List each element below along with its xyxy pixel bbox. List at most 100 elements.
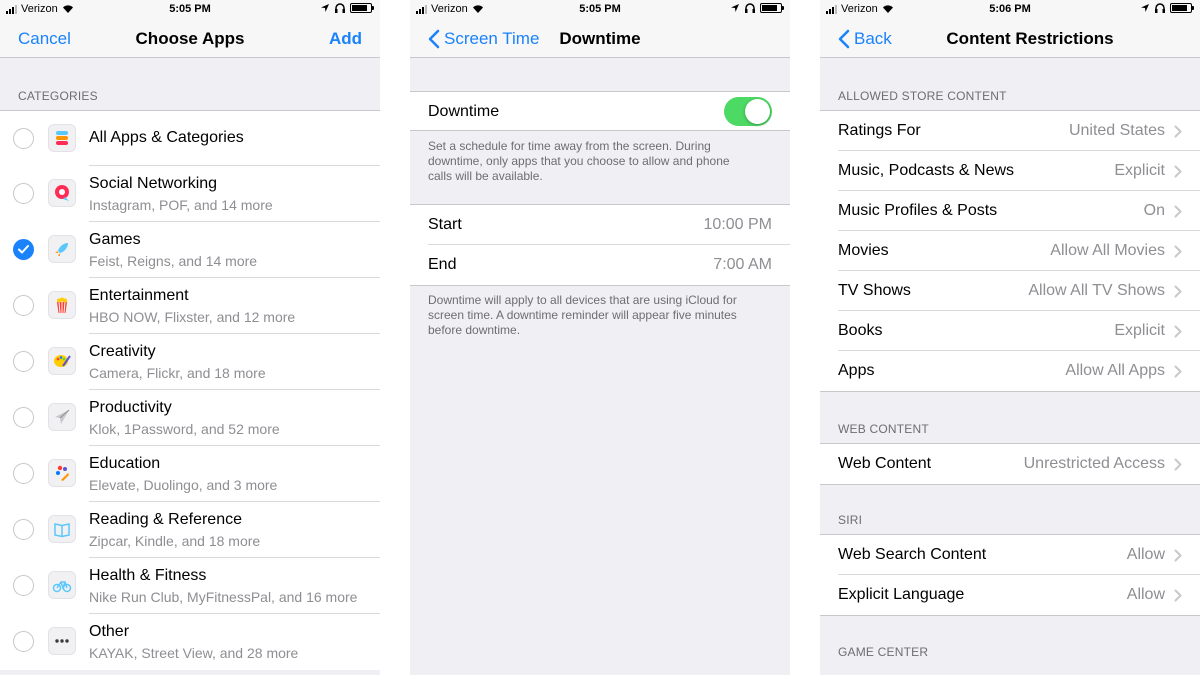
setting-value: Allow All Movies (1050, 242, 1165, 259)
chevron-right-icon (1174, 365, 1182, 378)
radio-button[interactable] (13, 575, 34, 596)
section-header-web: WEB CONTENT (838, 422, 929, 436)
setting-value: Unrestricted Access (1023, 455, 1165, 472)
downtime-toggle-label: Downtime (428, 103, 500, 120)
setting-value: Explicit (1114, 322, 1165, 339)
schedule-group: Start 10:00 PM End 7:00 AM (410, 204, 790, 286)
setting-row[interactable]: Apps Allow All Apps (820, 351, 1200, 391)
headphones-icon (1155, 3, 1165, 13)
setting-row[interactable]: Ratings For United States (820, 111, 1200, 151)
setting-row[interactable]: Explicit Language Allow (820, 575, 1200, 615)
category-title: Games (89, 231, 141, 248)
status-bar: Verizon 5:05 PM (410, 0, 790, 20)
choose-apps-screen: Verizon 5:05 PM Cancel Choose Apps Add C… (0, 0, 380, 675)
chevron-right-icon (1174, 285, 1182, 298)
radio-button[interactable] (13, 295, 34, 316)
category-subtitle: HBO NOW, Flixster, and 12 more (89, 309, 296, 325)
category-row[interactable]: Entertainment HBO NOW, Flixster, and 12 m… (0, 278, 380, 334)
end-value: 7:00 AM (713, 256, 772, 273)
start-label: Start (428, 216, 462, 233)
status-bar: Verizon 5:06 PM (820, 0, 1200, 20)
battery-icon (350, 3, 374, 13)
section-header-game-center: GAME CENTER (838, 645, 929, 659)
category-row[interactable]: Creativity Camera, Flickr, and 18 more (0, 334, 380, 390)
book-icon (48, 515, 76, 543)
chevron-right-icon (1174, 165, 1182, 178)
downtime-description: Set a schedule for time away from the sc… (428, 139, 730, 183)
battery-icon (1170, 3, 1194, 13)
switch-knob (745, 99, 770, 124)
headphones-icon (745, 3, 755, 13)
battery-icon (760, 3, 784, 13)
category-row[interactable]: All Apps & Categories (0, 111, 380, 166)
chevron-right-icon (1174, 245, 1182, 258)
category-row[interactable]: Games Feist, Reigns, and 14 more (0, 222, 380, 278)
category-subtitle: KAYAK, Street View, and 28 more (89, 645, 299, 661)
radio-button[interactable] (13, 519, 34, 540)
location-icon (731, 4, 739, 12)
nav-bar: Screen Time Downtime (410, 20, 790, 58)
category-row[interactable]: Productivity Klok, 1Password, and 52 more (0, 390, 380, 446)
category-title: Health & Fitness (89, 567, 207, 584)
category-row[interactable]: Other KAYAK, Street View, and 28 more (0, 614, 380, 670)
checkmark-icon[interactable] (13, 239, 34, 260)
category-row[interactable]: Social Networking Instagram, POF, and 14 … (0, 166, 380, 222)
chevron-right-icon (1174, 125, 1182, 138)
setting-value: Allow (1126, 546, 1165, 563)
category-title: Entertainment (89, 287, 189, 304)
category-subtitle: Nike Run Club, MyFitnessPal, and 16 more (89, 589, 358, 605)
headphones-icon (335, 3, 345, 13)
category-title: All Apps & Categories (89, 129, 244, 146)
category-subtitle: Camera, Flickr, and 18 more (89, 365, 266, 381)
category-row[interactable]: Health & Fitness Nike Run Club, MyFitness… (0, 558, 380, 614)
add-button[interactable]: Add (329, 29, 362, 49)
setting-label: Explicit Language (838, 586, 965, 603)
setting-label: Web Content (838, 455, 932, 472)
radio-button[interactable] (13, 183, 34, 204)
section-header-store: ALLOWED STORE CONTENT (838, 89, 1007, 103)
radio-button[interactable] (13, 631, 34, 652)
chat-bubble-icon (48, 179, 76, 207)
setting-row[interactable]: Music Profiles & Posts On (820, 191, 1200, 231)
page-title: Downtime (559, 29, 641, 48)
setting-value: United States (1068, 122, 1165, 139)
setting-row[interactable]: TV Shows Allow All TV Shows (820, 271, 1200, 311)
radio-button[interactable] (13, 407, 34, 428)
category-row[interactable]: Education Elevate, Duolingo, and 3 more (0, 446, 380, 502)
radio-button[interactable] (13, 128, 34, 149)
chevron-right-icon (1174, 325, 1182, 338)
end-row[interactable]: End 7:00 AM (410, 245, 790, 285)
start-row[interactable]: Start 10:00 PM (410, 205, 790, 245)
setting-label: Apps (838, 362, 875, 379)
downtime-switch[interactable] (724, 97, 772, 126)
category-subtitle: Zipcar, Kindle, and 18 more (89, 533, 261, 549)
radio-button[interactable] (13, 463, 34, 484)
paper-plane-icon (48, 403, 76, 431)
section-header-siri: SIRI (838, 513, 863, 527)
chevron-right-icon (1174, 549, 1182, 562)
setting-value: Allow (1126, 586, 1165, 603)
category-title: Other (89, 623, 130, 640)
setting-row[interactable]: Music, Podcasts & News Explicit (820, 151, 1200, 191)
setting-label: Music, Podcasts & News (838, 162, 1015, 179)
chevron-right-icon (1174, 589, 1182, 602)
category-title: Creativity (89, 343, 156, 360)
setting-value: Explicit (1114, 162, 1165, 179)
stack-icon (48, 124, 76, 152)
category-title: Education (89, 455, 161, 472)
radio-button[interactable] (13, 351, 34, 372)
page-title: Content Restrictions (946, 29, 1114, 48)
category-subtitle: Instagram, POF, and 14 more (89, 197, 273, 213)
setting-row[interactable]: Movies Allow All Movies (820, 231, 1200, 271)
setting-row[interactable]: Web Search Content Allow (820, 535, 1200, 575)
chevron-right-icon (1174, 458, 1182, 471)
setting-value: Allow All TV Shows (1028, 282, 1165, 299)
category-row[interactable]: Reading & Reference Zipcar, Kindle, and 1… (0, 502, 380, 558)
setting-label: Books (838, 322, 883, 339)
category-list: All Apps & Categories Social Networking In… (0, 110, 380, 670)
nav-bar: Back Content Restrictions (820, 20, 1200, 58)
setting-row[interactable]: Books Explicit (820, 311, 1200, 351)
category-title: Productivity (89, 399, 172, 416)
setting-row[interactable]: Web Content Unrestricted Access (820, 444, 1200, 484)
content-restrictions-screen: Verizon 5:06 PM Back Content Restriction… (820, 0, 1200, 675)
